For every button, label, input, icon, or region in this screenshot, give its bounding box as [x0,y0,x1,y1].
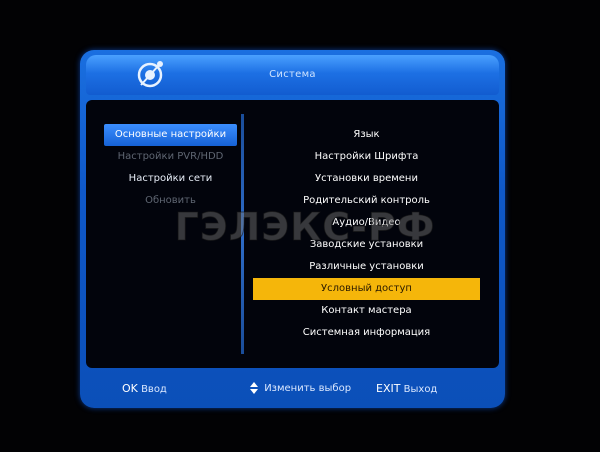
category-menu: Основные настройки Настройки PVR/HDD Нас… [104,124,237,212]
navigate-hint-label: Изменить выбор [264,383,352,394]
exit-hint: EXIT Выход [376,382,437,395]
up-down-arrow-icon [250,382,258,394]
exit-hint-label: Выход [403,384,438,395]
window-header: Система [86,55,499,95]
menu-item-pvr-hdd[interactable]: Настройки PVR/HDD [104,146,237,168]
option-system-info[interactable]: Системная информация [253,322,480,344]
option-time-settings[interactable]: Установки времени [253,168,480,190]
watermark: ГЭЛЭКС-РФ [174,205,436,250]
menu-item-basic-settings[interactable]: Основные настройки [104,124,237,146]
option-font-settings[interactable]: Настройки Шрифта [253,146,480,168]
page-title: Система [269,69,316,80]
exit-key-label: EXIT [376,382,401,395]
option-setup-wizard[interactable]: Контакт мастера [253,300,480,322]
help-bar: OK Ввод Изменить выбор EXIT Выход [86,373,499,403]
option-conditional-access[interactable]: Условный доступ [253,278,480,300]
menu-item-network[interactable]: Настройки сети [104,168,237,190]
navigate-hint: Изменить выбор [250,382,351,394]
option-misc-settings[interactable]: Различные установки [253,256,480,278]
ok-key-label: OK [122,382,138,395]
ok-hint: OK Ввод [122,382,167,395]
option-language[interactable]: Язык [253,124,480,146]
ok-hint-label: Ввод [141,384,167,395]
